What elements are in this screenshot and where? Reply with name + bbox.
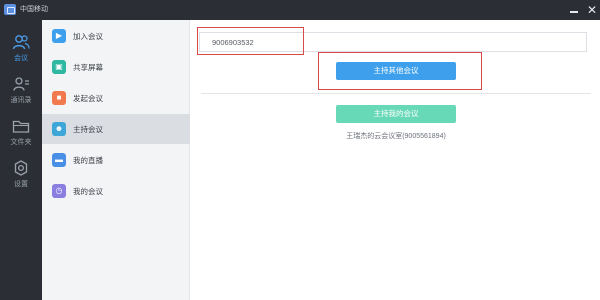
host-my-meeting-button[interactable]: 主持我的会议 [336, 105, 456, 123]
submenu-label: 加入会议 [73, 32, 103, 41]
personal-room-caption: 王瑞杰的云会议室(9005561894) [346, 133, 446, 140]
nav-label-meetings: 会议 [14, 55, 28, 62]
clock-icon: ◷ [52, 184, 66, 198]
submenu-label: 共享屏幕 [73, 63, 103, 72]
nav-label-folder: 文件夹 [10, 139, 32, 146]
app-logo-icon [4, 4, 16, 15]
gear-icon [12, 160, 30, 176]
left-nav: 会议 通讯录 文件夹 设置 [0, 20, 42, 300]
submenu-label: 主持会议 [73, 125, 103, 134]
nav-item-meetings[interactable]: 会议 [0, 28, 42, 68]
host-icon: ☻ [52, 122, 66, 136]
divider [201, 93, 591, 94]
submenu-item-start-meeting[interactable]: ■ 发起会议 [42, 83, 190, 113]
submenu-item-host-meeting[interactable]: ☻ 主持会议 [42, 114, 190, 144]
folder-icon [12, 118, 30, 134]
submenu-item-my-live[interactable]: ▬ 我的直播 [42, 145, 190, 175]
submenu-item-my-meetings[interactable]: ◷ 我的会议 [42, 176, 190, 206]
nav-item-folder[interactable]: 文件夹 [0, 112, 42, 152]
submenu-item-share-screen[interactable]: ▣ 共享屏幕 [42, 52, 190, 82]
host-other-meeting-button[interactable]: 主持其他会议 [336, 62, 456, 80]
submenu-item-join-meeting[interactable]: ▶ 加入会议 [42, 21, 190, 51]
nav-label-contacts: 通讯录 [10, 97, 32, 104]
join-icon: ▶ [52, 29, 66, 43]
people-icon [12, 34, 30, 50]
host-meeting-panel: 主持其他会议 主持我的会议 王瑞杰的云会议室(9005561894) [191, 20, 600, 300]
meeting-id-input[interactable] [199, 32, 587, 52]
nav-item-contacts[interactable]: 通讯录 [0, 70, 42, 110]
nav-item-settings[interactable]: 设置 [0, 154, 42, 194]
submenu-label: 发起会议 [73, 94, 103, 103]
video-icon: ■ [52, 91, 66, 105]
close-button[interactable]: ✕ [585, 3, 599, 17]
app-window: 中国移动 ✕ 会议 通讯录 文件夹 设置 ▶ 加入会议 ▣ 共享屏幕 ■ 发起会… [0, 0, 600, 300]
meeting-submenu: ▶ 加入会议 ▣ 共享屏幕 ■ 发起会议 ☻ 主持会议 ▬ 我的直播 ◷ 我的会… [42, 20, 190, 300]
window-title: 中国移动 [20, 6, 48, 13]
live-icon: ▬ [52, 153, 66, 167]
submenu-label: 我的会议 [73, 187, 103, 196]
title-bar[interactable]: 中国移动 ✕ [0, 0, 600, 20]
contacts-icon [12, 76, 30, 92]
screen-share-icon: ▣ [52, 60, 66, 74]
minimize-button[interactable] [567, 3, 581, 17]
nav-label-settings: 设置 [14, 181, 28, 188]
minimize-icon [570, 11, 578, 13]
submenu-label: 我的直播 [73, 156, 103, 165]
